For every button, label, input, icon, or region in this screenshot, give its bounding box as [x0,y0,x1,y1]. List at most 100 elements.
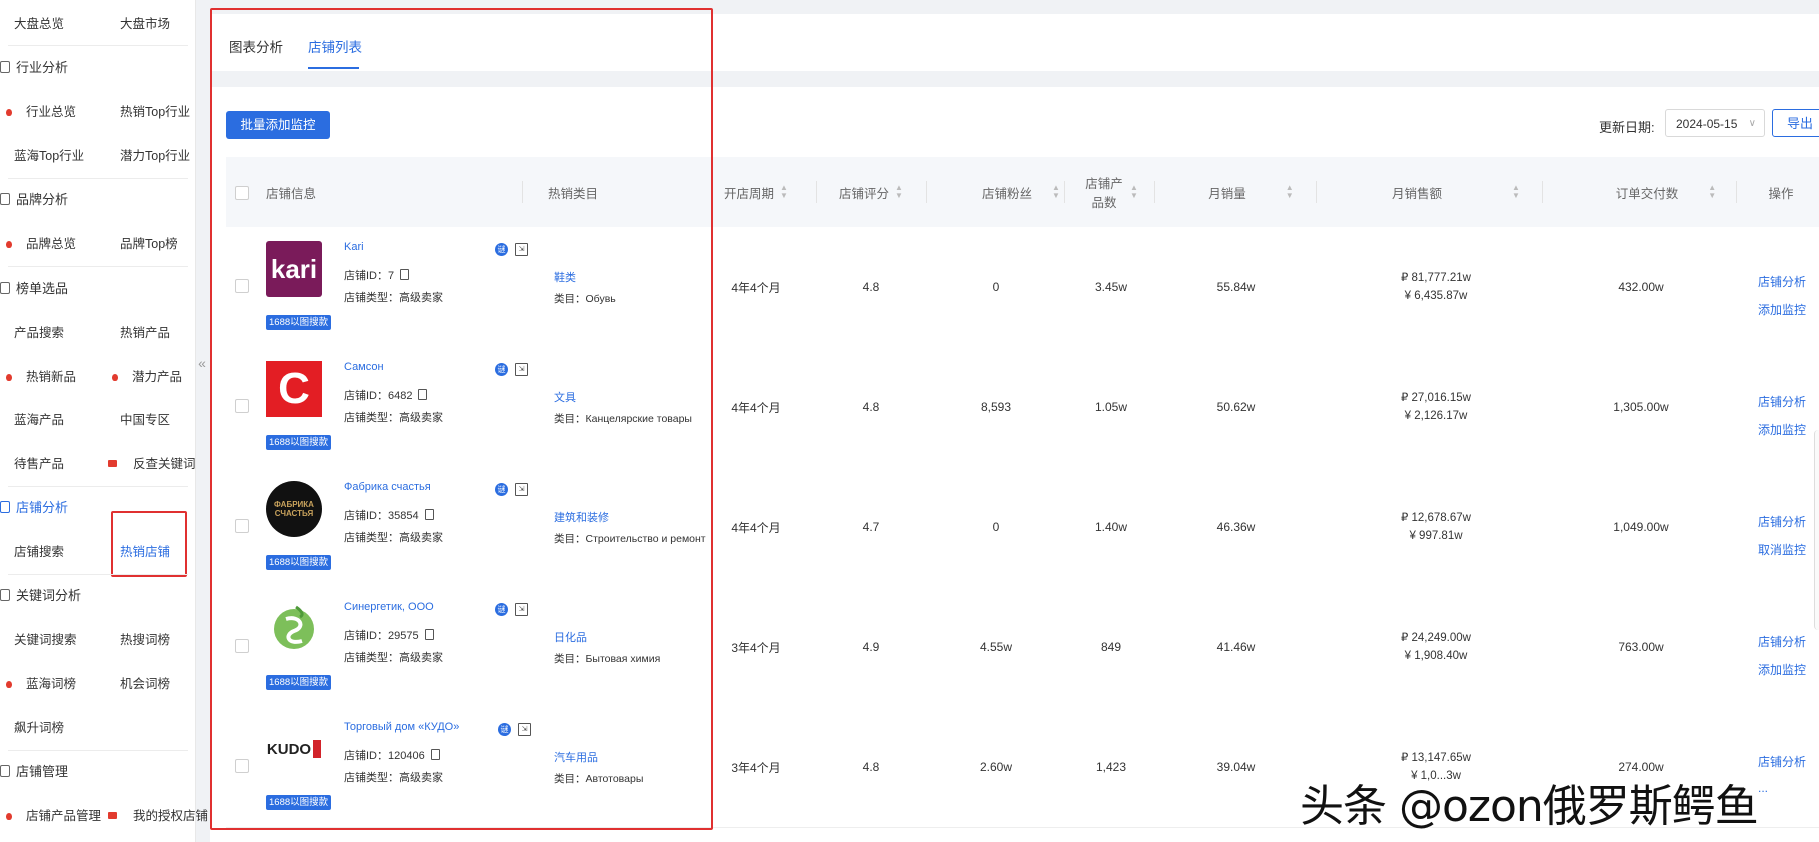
sales-rub: ₽ 27,016.15w [1401,392,1471,404]
sidebar-item-keyword-search[interactable]: 关键词搜索 [14,618,77,662]
item-label: 热销新品 [26,370,77,384]
shop-fans: 4.55w [979,640,1013,654]
shop-analysis-link[interactable]: 店铺分析 [1758,393,1806,410]
sidebar-row: 大盘总览 大盘市场 [0,2,195,46]
col-label: 月销量 [1208,186,1246,201]
sidebar-item-shop-search[interactable]: 店铺搜索 [14,530,64,574]
sidebar-section-shop[interactable]: 店铺分析 [0,486,68,530]
shop-rating: 4.8 [862,280,880,294]
side-float-panel[interactable] [1814,430,1819,630]
shop-products: 1,423 [1095,760,1127,774]
shop-analysis-link[interactable]: 店铺分析 [1758,633,1806,650]
fire-icon [6,374,12,381]
sidebar-item-hot-products[interactable]: 热销产品 [120,311,170,355]
col-products[interactable]: 店铺产品数 ▲ ▼ [1081,157,1141,227]
add-monitor-link[interactable]: 添加监控 [1758,301,1806,318]
highlight-box [111,511,187,577]
col-monthly-sales[interactable]: 月销售额 ▲ ▼ [1376,157,1536,227]
shop-analysis-link[interactable]: 店铺分析 [1758,273,1806,290]
sidebar-item-china-zone[interactable]: 中国专区 [120,398,170,442]
sidebar-section-keyword[interactable]: 关键词分析 [0,574,81,618]
sidebar-item-blue-ocean-industry[interactable]: 蓝海Top行业 [14,134,84,178]
sidebar-item-hot-search[interactable]: 热搜词榜 [120,618,170,662]
keyword-icon [0,589,10,601]
fire-icon [6,681,12,688]
update-date-select[interactable]: 2024-05-15 ∨ [1665,109,1765,137]
shop-products: 849 [1100,640,1122,654]
sidebar-item-brand-top[interactable]: 品牌Top榜 [120,222,178,266]
sidebar-item-top-industry[interactable]: 热销Top行业 [120,90,190,134]
sidebar-item-market-overview[interactable]: 大盘总览 [14,2,64,46]
monthly-qty: 55.84w [1216,280,1256,294]
shop-analysis-link[interactable]: 店铺分析 [1758,513,1806,530]
sales-rub: ₽ 81,777.21w [1401,272,1471,284]
sidebar-item-potential-industry[interactable]: 潜力Top行业 [120,134,190,178]
monthly-sales: ₽ 81,777.21w ¥ 6,435.87w [1336,227,1536,347]
shop-fans: 2.60w [979,760,1013,774]
sidebar-section-manage[interactable]: 店铺管理 [0,750,68,794]
sidebar-item-rising-words[interactable]: 飙升词榜 [14,706,64,750]
cancel-monitor-link[interactable]: 取消监控 [1758,541,1806,558]
sidebar-item-blue-ocean-products[interactable]: 蓝海产品 [14,398,64,442]
fire-icon [6,813,12,820]
sales-cny: ¥ 1,908.40w [1404,650,1468,662]
sidebar-item-industry-overview[interactable]: 行业总览 [6,90,76,134]
monthly-sales: ₽ 27,016.15w ¥ 2,126.17w [1336,347,1536,467]
shop-products: 1.05w [1094,400,1128,414]
new-tag-icon [108,812,117,819]
section-label: 品牌分析 [16,192,69,207]
col-rating[interactable]: 店铺评分 ▲ ▼ [821,157,921,227]
monthly-sales: ₽ 12,678.67w ¥ 997.81w [1336,467,1536,587]
col-separator [816,181,817,203]
sidebar-item-reverse-keyword[interactable]: 反查关键词 [108,442,196,486]
sidebar-item-authorized-shops[interactable]: 我的授权店铺 [108,794,208,838]
fire-icon [6,109,12,116]
sidebar-item-opportunity-words[interactable]: 机会词榜 [120,662,170,706]
col-orders[interactable]: 订单交付数 ▲ ▼ [1596,157,1736,227]
sidebar-item-shop-products[interactable]: 店铺产品管理 [6,794,101,838]
shop-analysis-link[interactable]: 店铺分析 [1758,753,1806,770]
sidebar-row: 待售产品 反查关键词 [0,442,196,486]
sidebar: 大盘总览 大盘市场 行业分析 行业总览 热销Top行业 蓝海Top行业 潜力To… [0,0,208,842]
manage-icon [0,765,10,777]
export-button[interactable]: 导出 [1772,109,1819,137]
highlight-box [210,8,713,830]
sidebar-section-ranking[interactable]: 榜单选品 [0,267,68,311]
sidebar-row: 产品搜索 热销产品 [0,311,195,355]
col-separator [1736,181,1737,203]
sidebar-section-industry[interactable]: 行业分析 [0,46,68,90]
shop-rating: 4.8 [862,760,880,774]
sales-cny: ¥ 997.81w [1409,530,1463,542]
sidebar-item-blue-ocean-words[interactable]: 蓝海词榜 [6,662,76,706]
sidebar-item-market[interactable]: 大盘市场 [120,2,170,46]
shop-products: 3.45w [1094,280,1128,294]
sidebar-row: 关键词搜索 热搜词榜 [0,618,195,662]
shop-icon [0,501,10,513]
sidebar-item-potential-products[interactable]: 潜力产品 [112,355,182,399]
col-period[interactable]: 开店周期 ▲ ▼ [706,157,806,227]
sort-icon: ▲ ▼ [1052,183,1060,200]
sidebar-section-brand[interactable]: 品牌分析 [0,178,68,222]
sort-icon: ▲ ▼ [1130,183,1138,200]
sidebar-item-hot-new[interactable]: 热销新品 [6,355,77,399]
shop-rating: 4.8 [862,400,880,414]
sidebar-item-product-search[interactable]: 产品搜索 [14,311,64,355]
col-fans[interactable]: 店铺粉丝 ▲ ▼ [966,157,1076,227]
col-separator [1064,181,1065,203]
add-monitor-link[interactable]: 添加监控 [1758,661,1806,678]
sidebar-row: 行业总览 热销Top行业 [0,90,195,134]
sidebar-item-for-sale[interactable]: 待售产品 [14,442,64,486]
fire-icon [112,374,118,381]
add-monitor-link[interactable]: ... [1758,781,1768,795]
order-count: 763.00w [1618,640,1664,654]
col-label: 订单交付数 [1615,186,1679,201]
monthly-qty: 39.04w [1216,760,1256,774]
shop-fans: 0 [992,520,1000,534]
sidebar-item-brand-overview[interactable]: 品牌总览 [6,222,76,266]
sidebar-row: 品牌总览 品牌Top榜 [0,222,195,266]
sales-rub: ₽ 24,249.00w [1401,632,1471,644]
collapse-sidebar-icon[interactable]: « [196,352,208,374]
open-period: 3年4个月 [731,640,781,655]
add-monitor-link[interactable]: 添加监控 [1758,421,1806,438]
col-monthly-qty[interactable]: 月销量 ▲ ▼ [1186,157,1316,227]
